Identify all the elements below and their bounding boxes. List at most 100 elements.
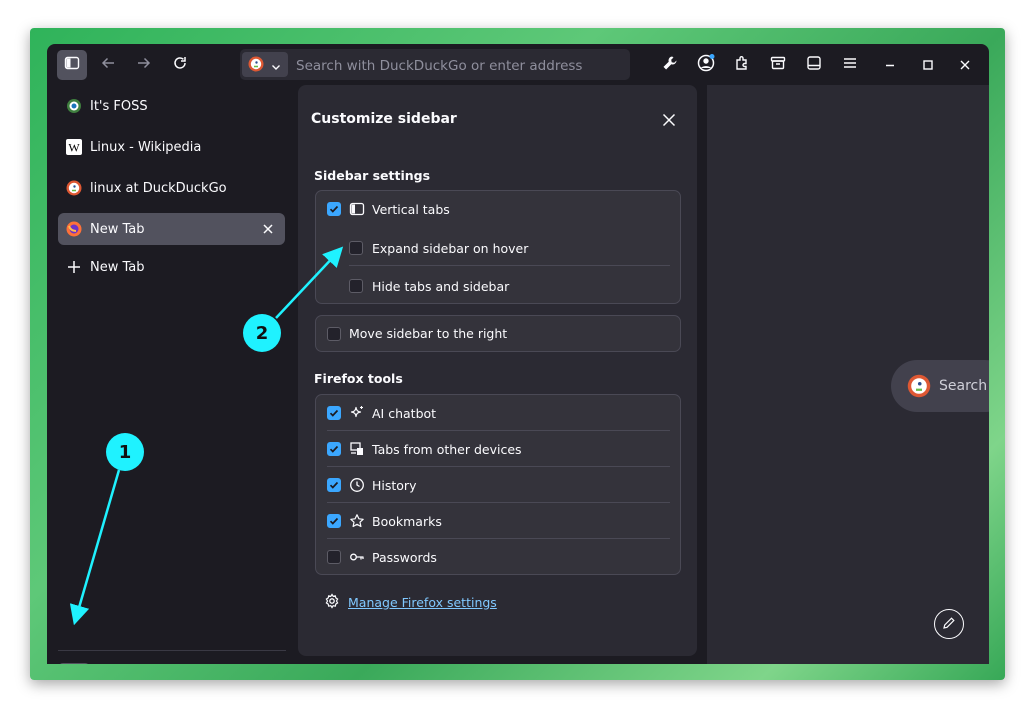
sidebar-synced-tabs-button[interactable]: [126, 663, 158, 664]
itsfoss-favicon: [66, 98, 82, 114]
url-bar: [240, 49, 630, 82]
minimize-icon: [884, 56, 896, 75]
key-icon: [349, 549, 365, 565]
toolbar: [47, 44, 989, 85]
account-icon: [696, 53, 716, 77]
panel-close-button[interactable]: [658, 110, 680, 132]
sidebar-layout-icon: [806, 55, 822, 75]
duckduckgo-icon: [907, 374, 931, 398]
search-engine-button[interactable]: [242, 52, 288, 77]
settings-divider: [349, 265, 670, 266]
hide-tabs-label: Hide tabs and sidebar: [372, 278, 510, 294]
panel-title: Customize sidebar: [311, 111, 457, 127]
hide-tabs-row[interactable]: Hide tabs and sidebar: [316, 268, 680, 304]
back-arrow-icon: [100, 55, 116, 75]
bookmark-star-icon: [349, 513, 365, 529]
gear-icon: [324, 593, 340, 612]
expand-on-hover-row[interactable]: Expand sidebar on hover: [316, 230, 680, 266]
move-right-label: Move sidebar to the right: [349, 326, 508, 341]
maximize-button[interactable]: [913, 50, 943, 80]
sparkle-icon: [349, 405, 365, 421]
minimize-button[interactable]: [875, 50, 905, 80]
newtab-search-box[interactable]: Search: [891, 360, 989, 412]
annotation-badge-1: 1: [106, 433, 144, 471]
forward-arrow-icon: [136, 55, 152, 75]
sidebar-toggle-icon: [64, 55, 80, 75]
customize-sidebar-panel: Customize sidebar Sidebar settings Verti…: [298, 85, 697, 656]
tab-title: linux at DuckDuckGo: [90, 180, 227, 196]
duckduckgo-favicon: [66, 180, 82, 196]
manage-settings-row: Manage Firefox settings: [324, 593, 497, 612]
maximize-icon: [922, 56, 934, 75]
page-content: Search: [707, 85, 989, 664]
ai-chatbot-checkbox[interactable]: [327, 406, 341, 420]
move-right-checkbox[interactable]: [327, 326, 341, 341]
synced-tabs-icon: [349, 441, 365, 457]
tools-button[interactable]: [655, 50, 685, 80]
tab-duckduckgo[interactable]: linux at DuckDuckGo: [58, 172, 285, 204]
tool-row-passwords[interactable]: Passwords: [316, 539, 680, 575]
sidebar-ai-chatbot-button[interactable]: [92, 663, 124, 664]
edit-shortcuts-button[interactable]: [934, 609, 964, 639]
sidebar-divider: [58, 650, 286, 651]
wrench-icon: [662, 55, 678, 75]
tool-row-synced-tabs[interactable]: Tabs from other devices: [316, 431, 680, 467]
tool-row-bookmarks[interactable]: Bookmarks: [316, 503, 680, 539]
tool-label: Passwords: [372, 549, 437, 565]
extensions-icon: [734, 55, 750, 75]
tab-itsfoss[interactable]: It's FOSS: [58, 90, 285, 122]
history-checkbox[interactable]: [327, 478, 341, 492]
tool-row-history[interactable]: History: [316, 467, 680, 503]
account-button[interactable]: [691, 50, 721, 80]
firefox-favicon: [66, 221, 82, 237]
move-right-row[interactable]: Move sidebar to the right: [316, 316, 680, 351]
customize-sidebar-button[interactable]: [58, 663, 90, 664]
sidebar-bookmarks-button[interactable]: [193, 663, 225, 664]
bookmarks-checkbox[interactable]: [327, 514, 341, 528]
forward-button[interactable]: [129, 50, 159, 80]
tool-label: Bookmarks: [372, 513, 442, 529]
tab-title: New Tab: [90, 221, 145, 237]
firefox-tools-group: AI chatbot Tabs from other devices Histo…: [315, 394, 681, 575]
duckduckgo-icon: [248, 56, 264, 76]
synced-tabs-checkbox[interactable]: [327, 442, 341, 456]
reload-icon: [172, 55, 188, 75]
vertical-tabs-checkbox[interactable]: [327, 202, 341, 216]
close-icon: [959, 56, 971, 75]
firefox-window: It's FOSS W Linux - Wikipedia linux at D…: [47, 44, 989, 664]
tab-title: It's FOSS: [90, 98, 148, 114]
sidebar-settings-heading: Sidebar settings: [314, 168, 431, 183]
move-sidebar-group: Move sidebar to the right: [315, 315, 681, 352]
close-window-button[interactable]: [950, 50, 980, 80]
url-input[interactable]: [294, 49, 628, 82]
tab-wikipedia[interactable]: W Linux - Wikipedia: [58, 131, 285, 163]
sidebar-toggle-button[interactable]: [57, 50, 87, 80]
hide-tabs-checkbox[interactable]: [349, 279, 363, 293]
menu-button[interactable]: [835, 50, 865, 80]
pencil-icon: [942, 615, 956, 634]
vertical-tabs-label: Vertical tabs: [372, 201, 450, 217]
extensions-button[interactable]: [727, 50, 757, 80]
manage-settings-link[interactable]: Manage Firefox settings: [348, 595, 497, 610]
close-tab-icon[interactable]: [260, 221, 276, 237]
downloads-button[interactable]: [763, 50, 793, 80]
firefox-tools-heading: Firefox tools: [314, 371, 403, 386]
vertical-tabs-icon: [349, 201, 365, 217]
menu-icon: [842, 55, 858, 75]
vertical-tabs-row[interactable]: Vertical tabs: [316, 191, 680, 227]
vertical-tabs-sidebar: It's FOSS W Linux - Wikipedia linux at D…: [47, 85, 298, 664]
tab-new-tab[interactable]: New Tab: [58, 213, 285, 245]
sidebar-history-button[interactable]: [159, 663, 191, 664]
sidebar-layout-button[interactable]: [799, 50, 829, 80]
downloads-icon: [770, 55, 786, 75]
close-icon: [662, 112, 676, 131]
expand-on-hover-checkbox[interactable]: [349, 241, 363, 255]
tool-label: Tabs from other devices: [372, 441, 522, 457]
tool-label: AI chatbot: [372, 405, 437, 421]
new-tab-button[interactable]: New Tab: [58, 251, 285, 283]
tool-row-ai-chatbot[interactable]: AI chatbot: [316, 395, 680, 431]
reload-button[interactable]: [165, 50, 195, 80]
passwords-checkbox[interactable]: [327, 550, 341, 564]
history-icon: [349, 477, 365, 493]
back-button[interactable]: [93, 50, 123, 80]
